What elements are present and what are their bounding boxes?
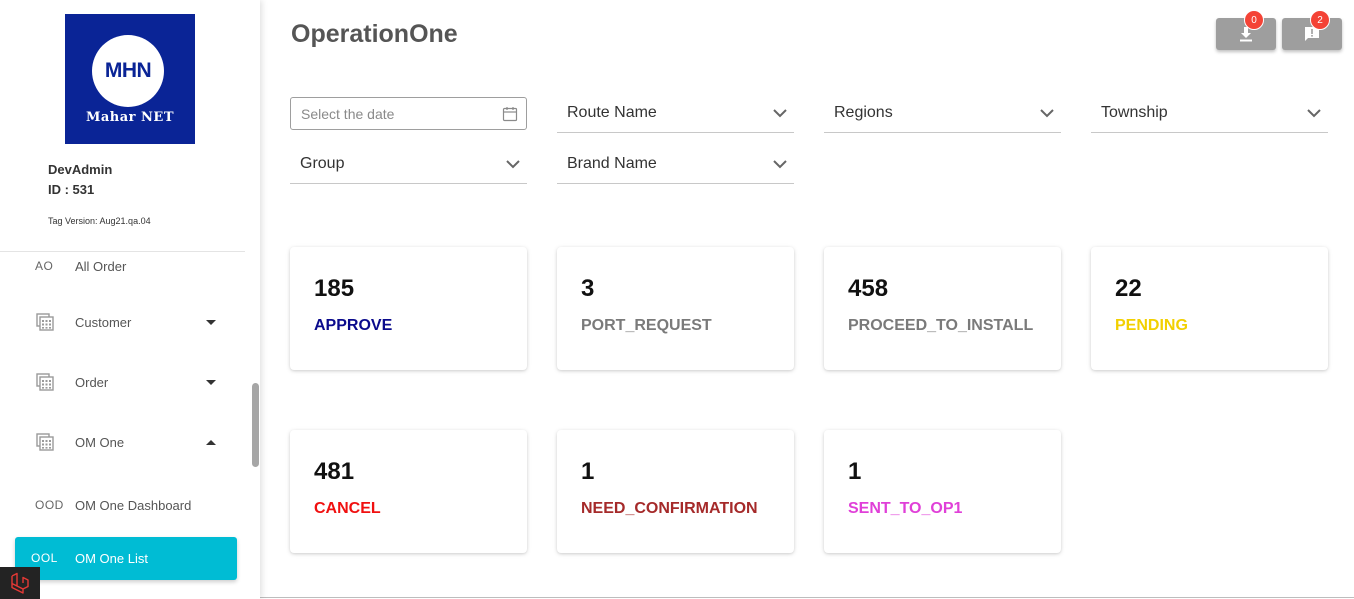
sidebar-item-label: Customer	[75, 314, 132, 330]
feedback-count-badge: 2	[1310, 10, 1330, 30]
brand-logo: MHN Mahar NET	[65, 14, 195, 144]
township-select[interactable]: Township	[1091, 97, 1328, 133]
stat-count: 1	[581, 458, 595, 485]
laravel-logo-icon	[11, 572, 29, 594]
sidebar-item-label: All Order	[75, 258, 127, 274]
chevron-down-icon	[206, 319, 216, 325]
sidebar-scrollbar-thumb[interactable]	[252, 383, 259, 467]
date-picker-field[interactable]	[290, 97, 527, 130]
chevron-down-icon	[773, 109, 787, 118]
sidebar-item-content: OOL OM One List	[15, 538, 237, 578]
sidebar-item-om-one-list[interactable]: OOL OM One List	[15, 537, 237, 580]
chevron-down-icon	[773, 160, 787, 169]
sidebar-item-customer[interactable]: Customer	[0, 302, 245, 342]
stat-status: PORT_REQUEST	[581, 317, 712, 334]
stat-status: APPROVE	[314, 317, 393, 334]
stat-card-pending[interactable]: 22 PENDING	[1091, 247, 1328, 370]
stat-status: PROCEED_TO_INSTALL	[848, 317, 1034, 334]
tag-version: Tag Version: Aug21.qa.04	[48, 216, 151, 226]
township-label: Township	[1101, 104, 1168, 121]
sidebar: MHN Mahar NET DevAdmin ID : 531 Tag Vers…	[0, 0, 260, 599]
sidebar-item-om-one[interactable]: OM One	[0, 422, 245, 462]
stat-status: CANCEL	[314, 500, 381, 517]
sidebar-item-label: OM One	[75, 434, 125, 450]
laravel-icon[interactable]	[0, 567, 40, 599]
stat-card-cancel[interactable]: 481 CANCEL	[290, 430, 527, 553]
date-input[interactable]	[301, 104, 491, 124]
calculator-icon	[36, 373, 54, 391]
sidebar-item-abbr: OOL	[31, 551, 58, 565]
sidebar-item-label: OM One List	[75, 550, 148, 566]
route-name-select[interactable]: Route Name	[557, 97, 794, 133]
regions-label: Regions	[834, 104, 893, 121]
download-count-badge: 0	[1244, 10, 1264, 30]
chevron-up-icon	[206, 439, 216, 445]
regions-select[interactable]: Regions	[824, 97, 1061, 133]
stat-card-need-confirmation[interactable]: 1 NEED_CONFIRMATION	[557, 430, 794, 553]
stat-card-port-request[interactable]: 3 PORT_REQUEST	[557, 247, 794, 370]
group-label: Group	[300, 155, 345, 172]
stat-card-sent-to-op1[interactable]: 1 SENT_TO_OP1	[824, 430, 1061, 553]
brand-name-select[interactable]: Brand Name	[557, 148, 794, 184]
stat-card-proceed-to-install[interactable]: 458 PROCEED_TO_INSTALL	[824, 247, 1061, 370]
stat-count: 1	[848, 458, 862, 485]
feedback-button[interactable]: 2	[1282, 10, 1342, 50]
stat-count: 458	[848, 275, 889, 302]
calculator-icon	[36, 433, 54, 451]
logo-initials: MHN	[92, 35, 164, 107]
stat-count: 185	[314, 275, 355, 302]
stat-count: 481	[314, 458, 355, 485]
chevron-down-icon	[1040, 109, 1054, 118]
route-name-label: Route Name	[567, 104, 657, 121]
stat-count: 3	[581, 275, 595, 302]
sidebar-item-label: OM One Dashboard	[75, 497, 192, 513]
stat-card-approve[interactable]: 185 APPROVE	[290, 247, 527, 370]
download-button[interactable]: 0	[1216, 10, 1276, 50]
calendar-icon[interactable]	[502, 106, 518, 122]
page-title: OperationOne	[291, 20, 458, 48]
stat-status: PENDING	[1115, 317, 1188, 334]
sidebar-item-label: Order	[75, 374, 109, 390]
page-bottom-divider	[260, 597, 1354, 598]
sidebar-item-om-one-dashboard[interactable]: OOD OM One Dashboard	[0, 485, 245, 525]
chevron-down-icon	[506, 160, 520, 169]
logo-brand-name: Mahar NET	[85, 110, 175, 125]
group-select[interactable]: Group	[290, 148, 527, 184]
stat-status: SENT_TO_OP1	[848, 500, 963, 517]
sidebar-item-all-order[interactable]: AO All Order	[0, 246, 245, 286]
brand-name-label: Brand Name	[567, 155, 657, 172]
user-name: DevAdmin	[48, 162, 113, 177]
stat-status: NEED_CONFIRMATION	[581, 500, 758, 517]
sidebar-item-order[interactable]: Order	[0, 362, 245, 402]
chevron-down-icon	[1307, 109, 1321, 118]
sidebar-item-abbr: AO	[35, 259, 54, 273]
stat-count: 22	[1115, 275, 1142, 302]
sidebar-item-abbr: OOD	[35, 498, 64, 512]
user-id: ID : 531	[48, 182, 95, 197]
chevron-down-icon	[206, 379, 216, 385]
calculator-icon	[36, 313, 54, 331]
